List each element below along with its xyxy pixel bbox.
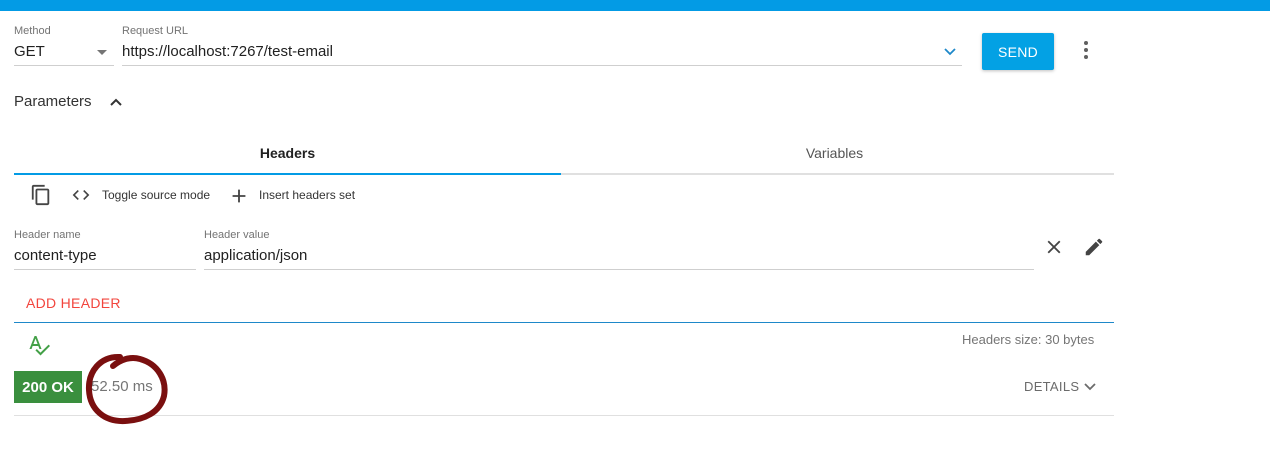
header-name-value: content-type xyxy=(14,247,97,264)
header-value-value: application/json xyxy=(204,247,308,264)
close-icon[interactable] xyxy=(1043,236,1065,258)
insert-headers-set-label: Insert headers set xyxy=(259,188,356,202)
response-divider xyxy=(14,415,1114,416)
url-input[interactable]: https://localhost:7267/test-email xyxy=(122,40,962,66)
header-name-label: Header name xyxy=(14,229,81,241)
toggle-source-button[interactable]: Toggle source mode xyxy=(70,184,215,206)
tab-headers[interactable]: Headers xyxy=(14,133,561,173)
edit-pencil-icon[interactable] xyxy=(1083,236,1105,258)
chevron-down-icon[interactable] xyxy=(942,44,958,60)
method-label: Method xyxy=(14,25,51,37)
code-icon xyxy=(72,190,90,200)
details-button[interactable]: DETAILS xyxy=(1024,376,1104,398)
method-select[interactable]: GET xyxy=(14,40,114,66)
plus-icon xyxy=(232,189,246,203)
copy-icon[interactable] xyxy=(30,184,52,206)
app-top-bar xyxy=(0,0,1270,11)
status-badge: 200 OK xyxy=(14,371,82,403)
tab-active-indicator xyxy=(14,173,561,175)
details-label: DETAILS xyxy=(1024,379,1080,394)
chevron-down-icon xyxy=(1084,383,1096,391)
tab-variables[interactable]: Variables xyxy=(561,133,1108,173)
method-value: GET xyxy=(14,43,45,60)
header-value-label: Header value xyxy=(204,229,270,241)
header-value-underline xyxy=(204,269,1034,270)
spellcheck-icon xyxy=(29,336,50,356)
method-underline xyxy=(14,65,114,66)
send-button[interactable]: SEND xyxy=(982,33,1054,70)
header-name-input[interactable]: content-type xyxy=(14,244,196,270)
header-name-underline xyxy=(14,269,196,270)
parameters-title: Parameters xyxy=(14,93,92,110)
chevron-up-icon[interactable] xyxy=(108,94,124,110)
kebab-menu-icon[interactable] xyxy=(1078,38,1094,62)
toggle-source-label: Toggle source mode xyxy=(102,188,211,202)
headers-size-text: Headers size: 30 bytes xyxy=(962,332,1095,347)
add-header-button[interactable]: ADD HEADER xyxy=(26,295,121,311)
annotation-circle xyxy=(85,354,168,425)
dropdown-arrow-icon xyxy=(97,50,107,55)
insert-headers-set-button[interactable]: Insert headers set xyxy=(228,184,363,206)
url-label: Request URL xyxy=(122,25,189,37)
url-value: https://localhost:7267/test-email xyxy=(122,43,333,60)
section-divider xyxy=(14,322,1114,323)
url-underline xyxy=(122,65,962,66)
header-value-input[interactable]: application/json xyxy=(204,244,1034,270)
